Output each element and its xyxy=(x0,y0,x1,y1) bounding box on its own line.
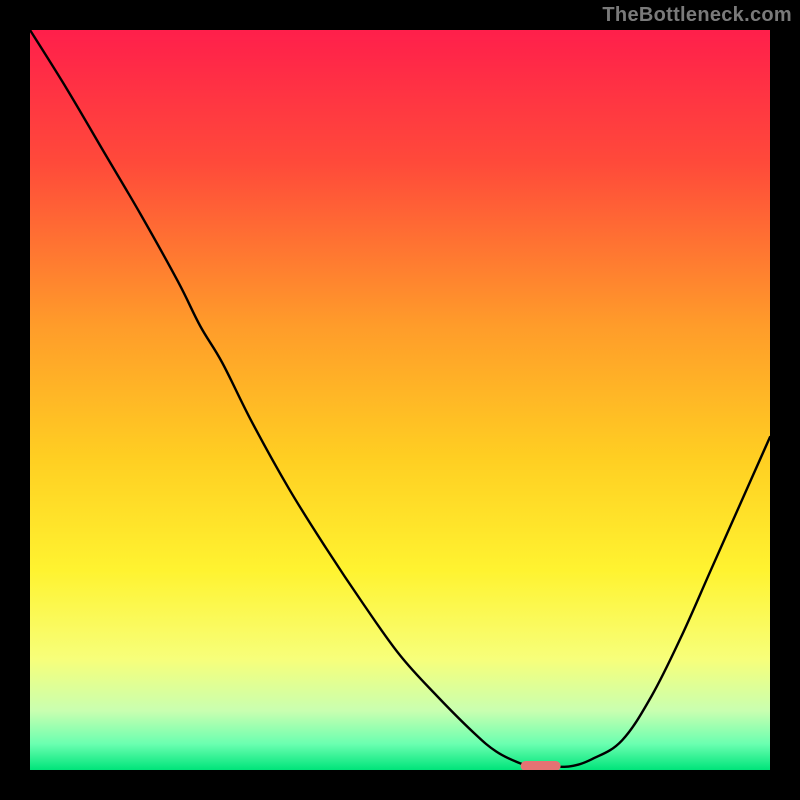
watermark-text: TheBottleneck.com xyxy=(602,4,792,27)
chart-frame: TheBottleneck.com xyxy=(0,0,800,800)
bottleneck-curve xyxy=(30,30,770,770)
plot-area xyxy=(30,30,770,770)
optimal-marker xyxy=(520,761,561,770)
